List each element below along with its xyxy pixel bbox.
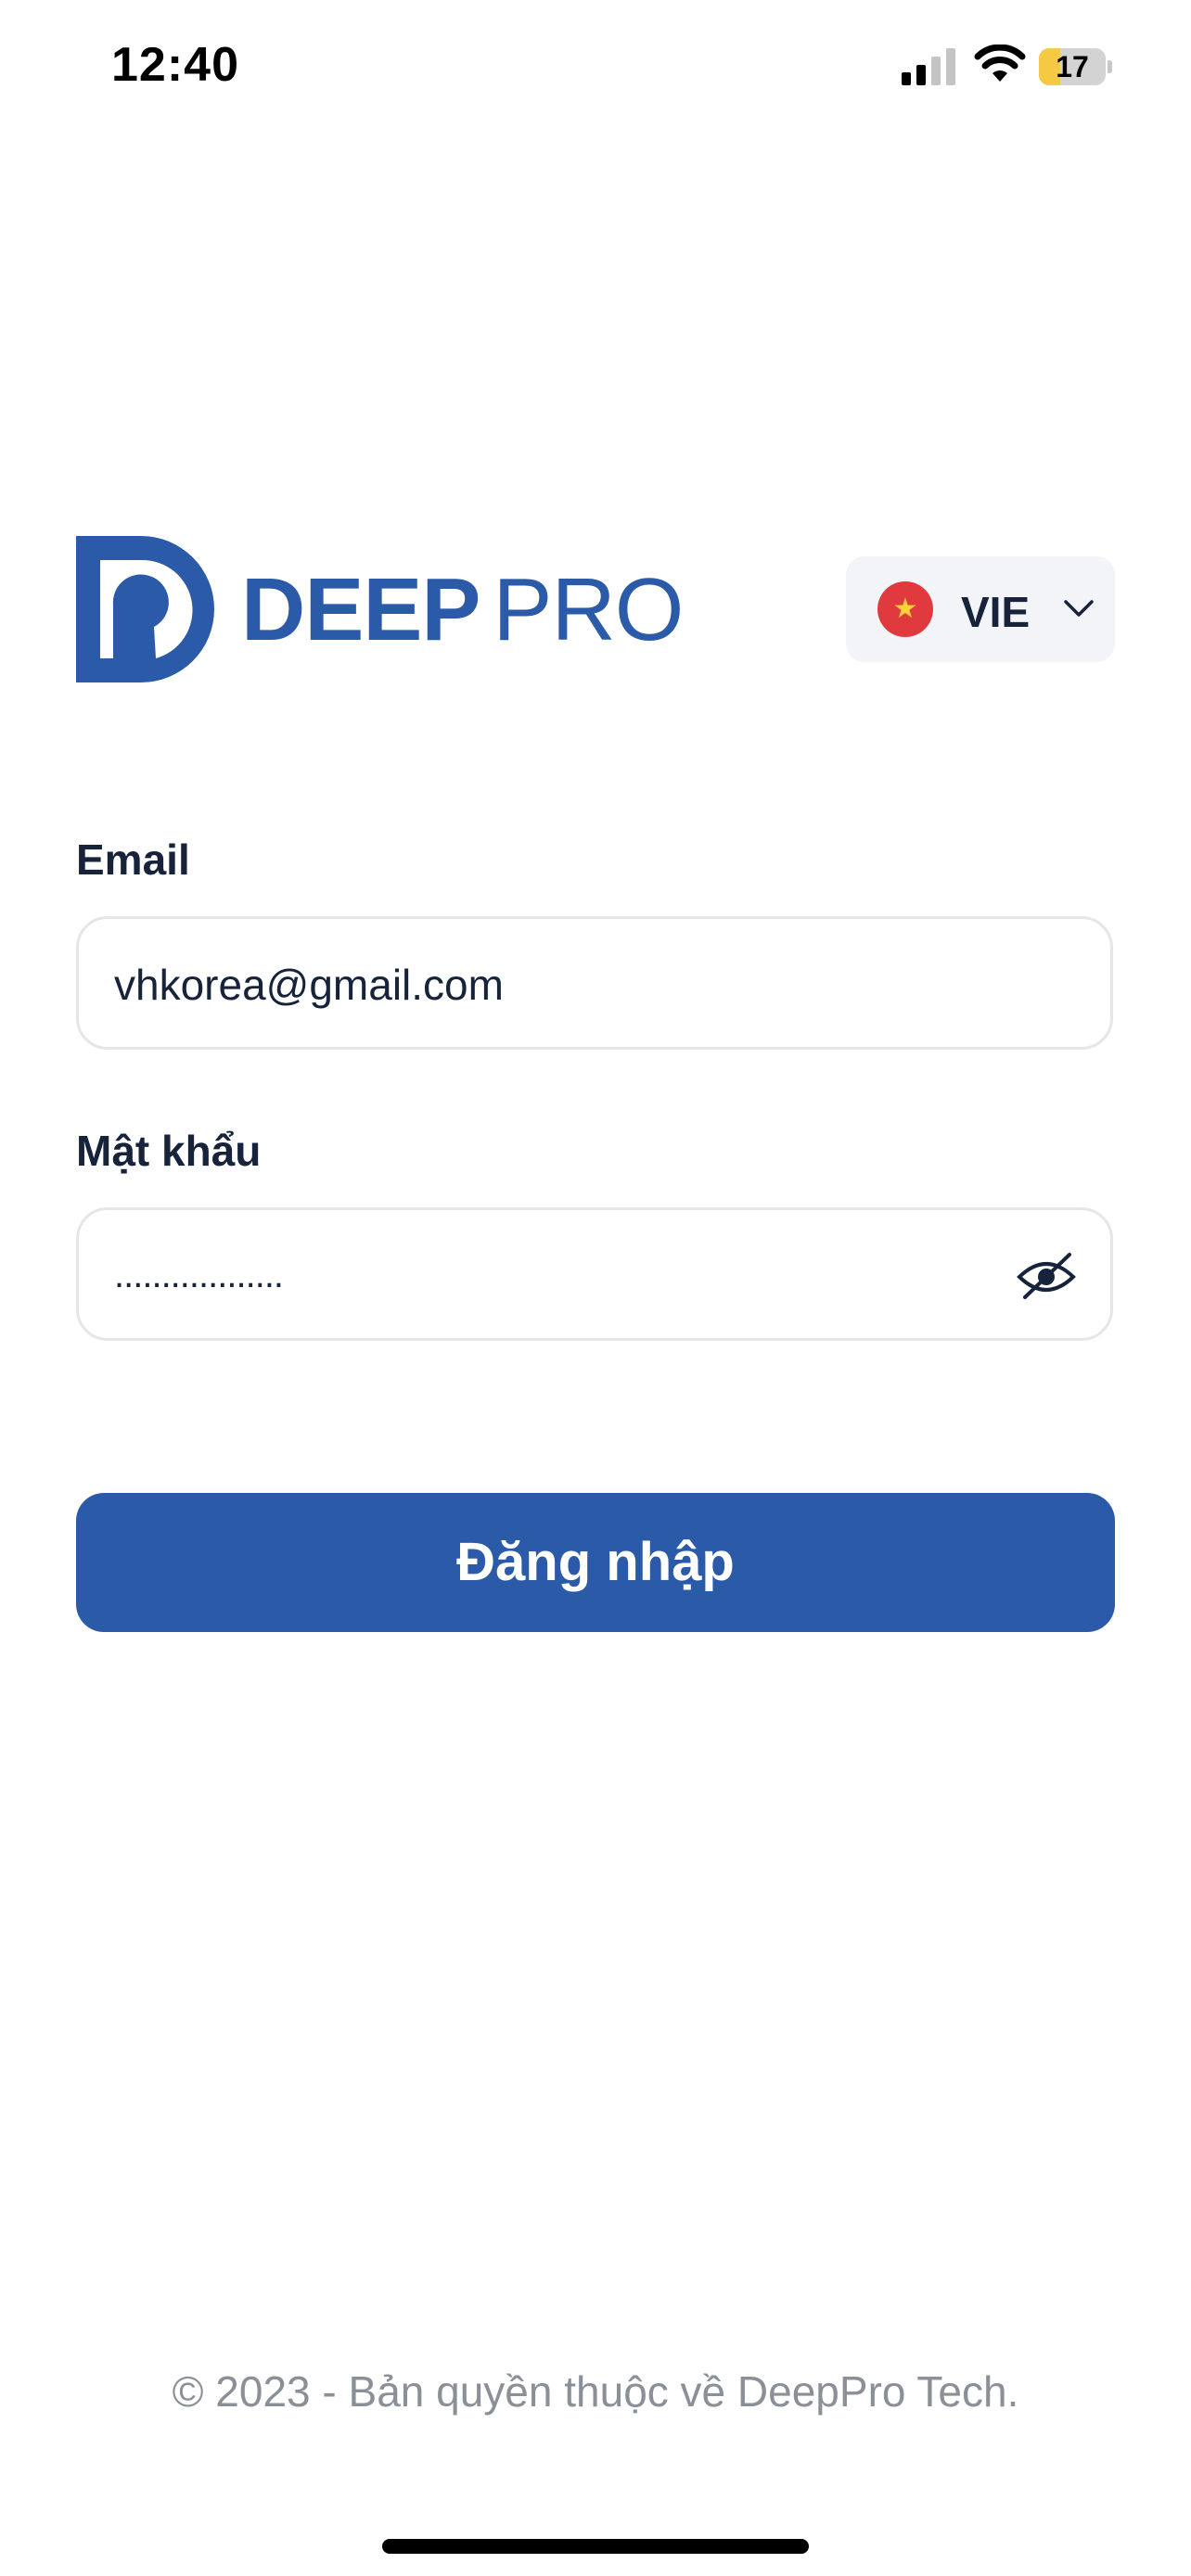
login-button[interactable]: Đăng nhập bbox=[76, 1493, 1115, 1632]
password-label: Mật khẩu bbox=[76, 1127, 262, 1175]
logo-word-deep: DEEP bbox=[241, 560, 480, 659]
copyright-text: © 2023 - Bản quyền thuộc về DeepPro Tech… bbox=[172, 2367, 1019, 2416]
logo-mark-icon bbox=[76, 536, 214, 682]
chevron-down-icon bbox=[1064, 600, 1094, 617]
email-label: Email bbox=[76, 835, 190, 884]
eye-off-icon[interactable] bbox=[1016, 1249, 1077, 1301]
password-masked-value: .................. bbox=[114, 1255, 284, 1295]
cellular-signal-icon bbox=[902, 48, 955, 85]
logo-word-pro: PRO bbox=[493, 560, 684, 659]
status-time: 12:40 bbox=[111, 38, 239, 92]
battery-level: 17 bbox=[1056, 50, 1089, 83]
language-code: VIE bbox=[961, 588, 1031, 636]
email-field[interactable]: vhkorea@gmail.com bbox=[76, 916, 1113, 1050]
home-indicator bbox=[382, 2539, 809, 2554]
wifi-icon bbox=[974, 45, 1026, 82]
logo-wordmark: DEEP PRO bbox=[241, 564, 684, 657]
vietnam-flag-icon: ★ bbox=[877, 581, 933, 637]
password-field[interactable]: .................. bbox=[76, 1207, 1113, 1341]
deeppro-logo: DEEP PRO bbox=[76, 536, 684, 684]
battery-icon: 17 bbox=[1039, 48, 1112, 85]
email-value: vhkorea@gmail.com bbox=[114, 961, 504, 1009]
language-selector[interactable]: ★ VIE bbox=[846, 556, 1115, 662]
status-bar: 12:40 17 bbox=[0, 0, 1191, 139]
